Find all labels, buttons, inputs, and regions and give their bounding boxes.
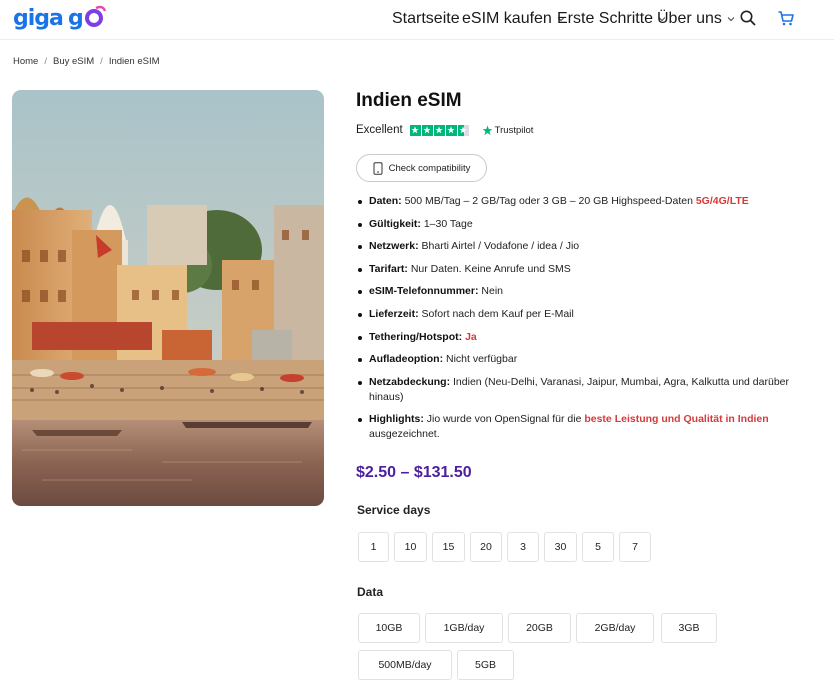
spec-item: Lieferzeit: Sofort nach dem Kauf per E-M… [356,307,796,322]
spec-value: 1–30 Tage [420,217,473,230]
spec-tail: ausgezeichnet. [369,428,440,441]
compat-label: Check compatibility [388,162,471,174]
nav-erste-schritte[interactable]: Erste Schritte [557,10,666,28]
spec-item: Gültigkeit: 1–30 Tage [356,217,796,232]
check-compatibility-button[interactable]: Check compatibility [356,154,487,182]
service-day-option[interactable]: 5 [582,532,614,562]
star-half-icon [457,124,469,136]
rating-row: Excellent Trustpilot [356,124,533,136]
spec-key: eSIM-Telefonnummer: [369,285,479,298]
data-label: Data [357,585,384,599]
data-option[interactable]: 10GB [358,613,420,643]
product-image [12,90,324,506]
spec-key: Netzwerk: [369,240,419,253]
data-option[interactable]: 5GB [457,650,514,680]
svg-text:g: g [68,6,83,31]
spec-value: 500 MB/Tag – 2 GB/Tag oder 3 GB – 20 GB … [401,195,696,207]
logo[interactable]: giga g [13,4,107,32]
spec-item: Highlights: Jio wurde von OpenSignal für… [356,412,796,442]
chevron-down-icon [727,17,735,22]
search-icon[interactable] [739,9,757,27]
rating-label: Excellent [356,124,403,136]
spec-highlight: beste Leistung und Qualität in Indien [584,413,769,426]
phone-icon [373,161,383,175]
nav-label: eSIM kaufen [462,10,552,27]
spec-value: Nicht verfügbar [443,353,518,366]
breadcrumb-current: Indien eSIM [108,56,160,67]
spec-key: Aufladeoption: [369,353,444,366]
spec-item: Tethering/Hotspot: Ja [356,330,796,345]
varanasi-ghats-image [12,90,324,506]
star-icon [409,124,421,136]
spec-value: Nur Daten. Keine Anrufe und SMS [407,262,571,275]
spec-list: Daten: 500 MB/Tag – 2 GB/Tag oder 3 GB –… [356,194,796,450]
star-icon [421,124,433,136]
breadcrumb: Home / Buy eSIM / Indien eSIM [13,56,160,67]
spec-key: Tethering/Hotspot: [369,330,463,343]
spec-item: Daten: 500 MB/Tag – 2 GB/Tag oder 3 GB –… [356,194,796,209]
spec-key: Daten: [369,195,402,207]
price-range: $2.50 – $131.50 [356,464,472,481]
data-option[interactable]: 1GB/day [425,613,503,643]
trustpilot-logo[interactable]: Trustpilot [482,124,534,136]
spec-key: Netzabdeckung: [369,375,451,388]
service-day-option[interactable]: 7 [619,532,651,562]
data-option[interactable]: 3GB [661,613,717,643]
data-option[interactable]: 2GB/day [576,613,654,643]
service-day-option[interactable]: 15 [432,532,465,562]
service-days-label: Service days [357,503,431,517]
spec-item: Netzwerk: Bharti Airtel / Vodafone / ide… [356,239,796,254]
breadcrumb-buy-esim[interactable]: Buy eSIM [53,56,94,67]
site-header: giga g Startseite eSIM kaufen Erste Schr… [0,0,834,40]
star-icon [445,124,457,136]
spec-value: Bharti Airtel / Vodafone / idea / Jio [418,240,580,253]
data-option[interactable]: 20GB [508,613,571,643]
spec-value: Jio wurde von OpenSignal für die [423,413,585,426]
spec-item: Aufladeoption: Nicht verfügbar [356,352,796,367]
nav-ueber-uns[interactable]: Über uns [657,10,735,28]
service-day-option[interactable]: 3 [507,532,539,562]
spec-item: Netzabdeckung: Indien (Neu-Delhi, Varana… [356,375,796,405]
cart-icon[interactable] [777,9,795,27]
nav-startseite[interactable]: Startseite [392,10,460,28]
service-day-option[interactable]: 10 [394,532,427,562]
breadcrumb-separator: / [100,56,103,67]
spec-key: Tarifart: [369,262,408,275]
product-title: Indien eSIM [356,90,462,111]
star-icon [433,124,445,136]
trustpilot-label: Trustpilot [494,124,534,136]
spec-key: Gültigkeit: [369,217,421,230]
spec-item: Tarifart: Nur Daten. Keine Anrufe und SM… [356,262,796,277]
svg-text:giga: giga [13,6,63,31]
trustpilot-star-icon [482,125,493,135]
service-day-option[interactable]: 20 [470,532,502,562]
spec-key: Highlights: [369,413,424,426]
logo-mark: giga g [13,5,107,31]
spec-highlight: Ja [465,330,477,343]
trustpilot-stars [409,124,469,136]
spec-key: Lieferzeit: [369,307,419,320]
spec-value: Nein [478,285,503,298]
service-day-option[interactable]: 30 [544,532,577,562]
breadcrumb-separator: / [44,56,47,67]
nav-label: Startseite [392,10,460,27]
spec-value: Sofort nach dem Kauf per E-Mail [418,307,574,320]
nav-esim-kaufen[interactable]: eSIM kaufen [462,10,565,28]
spec-item: eSIM-Telefonnummer: Nein [356,284,796,299]
nav-label: Über uns [657,10,722,27]
data-option[interactable]: 500MB/day [358,650,452,680]
nav-label: Erste Schritte [557,10,654,27]
spec-highlight: 5G/4G/LTE [695,195,749,207]
service-day-option[interactable]: 1 [358,532,389,562]
breadcrumb-home[interactable]: Home [13,56,38,67]
